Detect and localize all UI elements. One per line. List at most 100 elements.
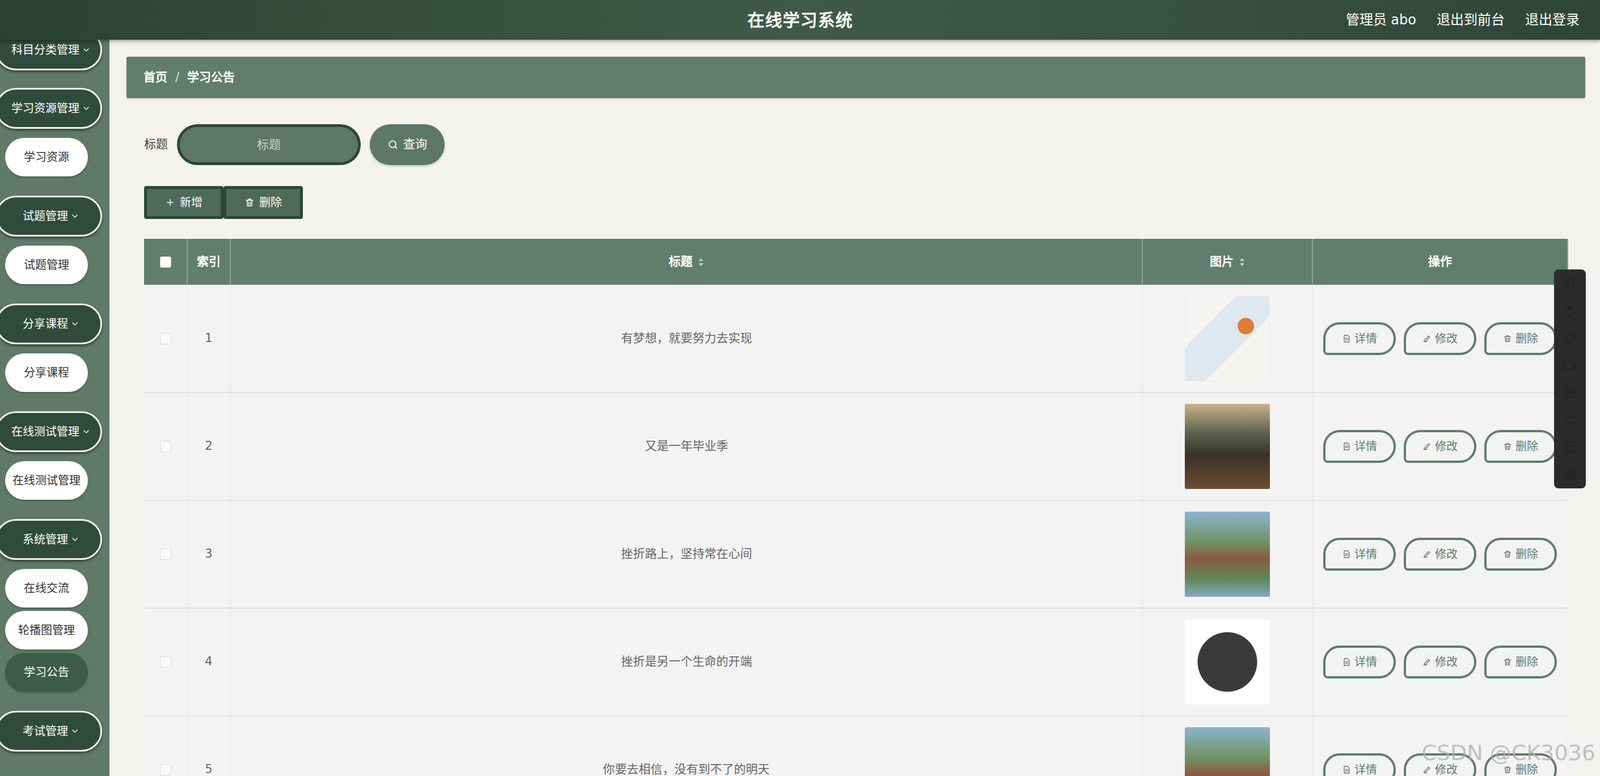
camera-icon[interactable]: [1562, 466, 1578, 482]
sidebar-link[interactable]: 轮播图管理: [5, 610, 88, 650]
delete-button[interactable]: 删除: [1484, 322, 1557, 356]
chevron-down-icon: [70, 726, 80, 736]
select-all-checkbox[interactable]: [159, 256, 172, 268]
sidebar-group[interactable]: 试题管理: [0, 195, 103, 237]
row-actions: 详情修改 删除: [1313, 537, 1568, 571]
index-cell: 3: [187, 500, 231, 609]
search-record-icon[interactable]: [1562, 276, 1578, 291]
sidebar-item: 轮播图管理: [0, 610, 110, 650]
sidebar-group[interactable]: 考试管理: [0, 710, 103, 752]
sidebar-link[interactable]: 在线交流: [5, 568, 88, 608]
sidebar-item: 分享课程: [0, 303, 110, 345]
sidebar-group[interactable]: 学习资源管理: [0, 87, 103, 129]
title-cell: 又是一年毕业季: [230, 392, 1143, 501]
breadcrumb-separator: /: [175, 68, 180, 87]
screen-record-icon[interactable]: [1562, 385, 1578, 400]
content: 首页/学习公告 标题查询 新增删除 索引标题图片操作1有梦想，就要努力去实现详情…: [109, 39, 1600, 776]
breadcrumb: 首页 / 学习公告: [126, 56, 1586, 99]
index-cell: 2: [187, 392, 231, 501]
add-button[interactable]: 新增: [144, 186, 224, 219]
breadcrumb-item[interactable]: 首页: [143, 68, 168, 87]
edit-button[interactable]: 修改: [1403, 537, 1477, 571]
select-cell: [144, 284, 188, 393]
row-index: 2: [204, 438, 213, 453]
detail-button[interactable]: 详情: [1323, 537, 1396, 571]
row-checkbox[interactable]: [159, 332, 172, 345]
sidebar-group[interactable]: 系统管理: [0, 518, 103, 560]
sidebar-link[interactable]: 学习公告: [5, 652, 88, 692]
upload-icon[interactable]: [1562, 439, 1578, 455]
button-label: 修改: [1434, 653, 1458, 671]
button-label: 修改: [1434, 437, 1458, 455]
notice-table: 索引标题图片操作1有梦想，就要努力去实现详情修改删除2又是一年毕业季详情修改删除…: [144, 238, 1569, 776]
title-cell: 挫折路上，坚持常在心间: [230, 500, 1143, 609]
detail-button[interactable]: 详情: [1323, 322, 1396, 356]
sidebar-label: 试题管理: [22, 207, 69, 225]
column-label: 标题: [668, 254, 693, 269]
sidebar-link[interactable]: 分享课程: [5, 353, 88, 392]
button-label: 删除: [1515, 330, 1539, 348]
detail-button[interactable]: 详情: [1323, 429, 1396, 463]
search-input[interactable]: [176, 124, 361, 166]
button-label: 删除: [259, 193, 282, 211]
sidebar-link[interactable]: 在线测试管理: [5, 461, 88, 500]
row-actions: 详情 修改 删除: [1313, 322, 1568, 356]
search-button[interactable]: 查询: [369, 124, 445, 166]
index-cell: 5: [187, 715, 231, 776]
button-label: 删除: [1515, 545, 1539, 563]
delete-button[interactable]: 删除: [223, 186, 303, 219]
user-label[interactable]: 管理员 abo: [1345, 9, 1417, 31]
sidebar-item: 分享课程: [0, 353, 110, 392]
search-label: 标题: [144, 135, 168, 154]
column-header[interactable]: 图片: [1142, 238, 1313, 285]
sidebar-link[interactable]: 学习资源: [5, 137, 88, 177]
sidebar-group[interactable]: 分享课程: [0, 303, 103, 345]
row-checkbox[interactable]: [159, 548, 172, 560]
header-link[interactable]: 退出到前台: [1436, 9, 1505, 31]
row-title: 又是一年毕业季: [644, 438, 729, 453]
image-cell: [1142, 392, 1313, 501]
row-actions: 详情 修改 删除: [1313, 645, 1568, 679]
recorder-toolbar: [1554, 269, 1586, 489]
row-index: 5: [204, 762, 213, 776]
edit-button[interactable]: 修改: [1403, 645, 1477, 679]
delete-button[interactable]: 删除: [1484, 645, 1557, 679]
table-row: 2 又是一年毕业季 详情 修改 删除: [144, 392, 1568, 501]
column-header[interactable]: 标题: [230, 238, 1143, 285]
column-label: 图片: [1209, 254, 1234, 269]
edit-button[interactable]: 修改: [1403, 322, 1477, 356]
row-image: [1184, 296, 1270, 382]
sidebar-item: 试题管理: [0, 195, 110, 237]
row-index: 4: [204, 654, 213, 669]
video-icon[interactable]: [1562, 357, 1578, 373]
pencil-icon: [1422, 441, 1432, 451]
swap-icon[interactable]: [1562, 412, 1578, 428]
sidebar-link[interactable]: 试题管理: [5, 245, 88, 285]
pencil-icon: [1422, 334, 1432, 344]
edit-button[interactable]: 修改: [1403, 429, 1477, 463]
detail-button[interactable]: 详情: [1323, 753, 1396, 776]
row-checkbox[interactable]: [159, 440, 172, 453]
delete-button[interactable]: 删除: [1484, 537, 1557, 571]
row-checkbox[interactable]: [159, 763, 172, 776]
image-cell: [1142, 608, 1313, 716]
breadcrumb-item: 学习公告: [187, 68, 235, 87]
sidebar-group[interactable]: 在线测试管理: [0, 411, 103, 453]
gauge-icon[interactable]: [1562, 330, 1578, 346]
sidebar-label: 分享课程: [22, 315, 69, 333]
detail-button[interactable]: 详情: [1323, 645, 1396, 679]
sidebar-group[interactable]: 科目分类管理: [0, 39, 103, 71]
delete-button[interactable]: 删除: [1484, 429, 1557, 463]
table-row: 4 挫折是另一个生命的开端 详情 修改 删除: [144, 608, 1568, 716]
title-cell: 挫折是另一个生命的开端: [230, 608, 1143, 716]
flame-icon[interactable]: [1562, 303, 1578, 319]
row-title: 挫折是另一个生命的开端: [621, 654, 753, 669]
row-title: 有梦想，就要努力去实现: [621, 331, 753, 345]
column-label: 操作: [1428, 254, 1452, 269]
header-link[interactable]: 退出登录: [1525, 9, 1580, 31]
sidebar-item: 系统管理: [0, 518, 110, 560]
detail-icon: [1341, 549, 1352, 559]
button-label: 详情: [1354, 330, 1378, 348]
sort-icon: [698, 257, 704, 267]
row-checkbox[interactable]: [159, 656, 172, 668]
